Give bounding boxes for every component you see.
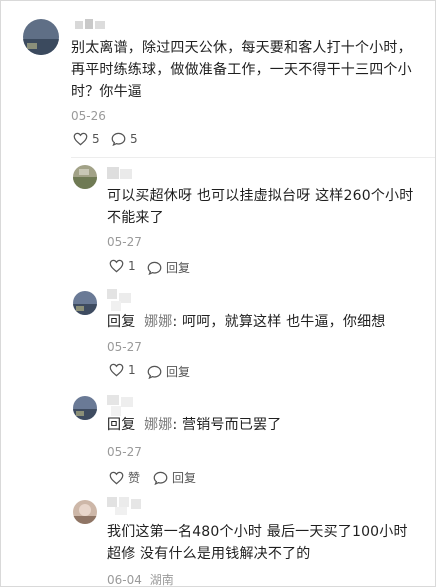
reply-button[interactable]: 回复 (153, 469, 196, 486)
reply-label: 回复 (166, 261, 191, 275)
reply-text-line: 可以买超休呀 也可以挂虚拟台呀 这样260个小时 (107, 188, 414, 204)
like-count: 5 (92, 132, 100, 146)
reply-text: 可以买超休呀 也可以挂虚拟台呀 这样260个小时 不能来了 (107, 185, 427, 229)
comment-bubble-icon (147, 261, 162, 275)
avatar[interactable] (23, 19, 59, 55)
reply-date: 05-27 (107, 445, 142, 459)
comment-bubble-icon (111, 132, 126, 146)
heart-outline-icon (109, 471, 124, 484)
like-label: 赞 (128, 471, 141, 485)
avatar[interactable] (73, 500, 97, 524)
divider (71, 157, 435, 158)
reply-prefix: 回复 (107, 314, 136, 330)
reply-button[interactable]: 回复 (147, 363, 190, 380)
reply-text: 我们这第一名480个小时 最后一天买了100小时 超修 没有什么是用钱解决不了的 (107, 521, 427, 565)
reply-text: 回复 娜娜: 呵呵，就算这样 也牛逼，你细想 (107, 311, 427, 333)
comment-count: 5 (130, 132, 138, 146)
reply-label: 回复 (172, 471, 197, 485)
like-button[interactable]: 5 (73, 132, 100, 146)
reply-body: : 呵呵，就算这样 也牛逼，你细想 (172, 314, 386, 330)
reply-location: 湖南 (149, 573, 174, 587)
reply-text-line: 不能来了 (107, 210, 164, 226)
reply-body: : 营销号而已罢了 (172, 417, 282, 433)
comment-date: 05-26 (71, 109, 106, 123)
reply-prefix: 回复 (107, 417, 136, 433)
reply-date: 05-27 (107, 235, 142, 249)
heart-outline-icon (109, 259, 124, 273)
reply-date: 06-04 (107, 573, 142, 587)
username-blurred[interactable] (107, 167, 135, 181)
reply-to-user[interactable]: 娜娜 (144, 417, 172, 433)
reply-date-location: 06-04 湖南 (107, 571, 174, 587)
like-button[interactable]: 1 (109, 259, 136, 273)
username-blurred[interactable] (107, 289, 135, 313)
username-blurred[interactable] (107, 497, 151, 517)
comment-text: 别太离谱，除过四天公休，每天要和客人打十个小时， 再平时练练球，做做准备工作，一… (71, 37, 431, 103)
comment-thread: 别太离谱，除过四天公休，每天要和客人打十个小时， 再平时练练球，做做准备工作，一… (0, 0, 436, 587)
reply-label: 回复 (166, 365, 191, 379)
like-button[interactable]: 1 (109, 363, 136, 377)
comment-bubble-icon (147, 365, 162, 379)
comment-text-line: 时？你牛逼 (71, 84, 142, 100)
avatar[interactable] (73, 165, 97, 189)
avatar[interactable] (73, 291, 97, 315)
like-button[interactable]: 赞 (109, 469, 140, 486)
reply-date: 05-27 (107, 340, 142, 354)
comment-text-line: 再平时练练球，做做准备工作，一天不得干十三四个小 (71, 62, 412, 78)
reply-button[interactable]: 回复 (147, 259, 190, 276)
username-blurred[interactable] (75, 19, 109, 31)
heart-outline-icon (73, 132, 88, 146)
like-count: 1 (128, 363, 136, 377)
heart-outline-icon (109, 363, 124, 377)
comment-bubble-icon (153, 471, 168, 485)
avatar[interactable] (73, 396, 97, 420)
reply-text-line: 超修 没有什么是用钱解决不了的 (107, 546, 311, 562)
like-count: 1 (128, 259, 136, 273)
reply-text-line: 我们这第一名480个小时 最后一天买了100小时 (107, 524, 408, 540)
reply-to-user[interactable]: 娜娜 (144, 314, 172, 330)
comment-button[interactable]: 5 (111, 132, 138, 146)
comment-text-line: 别太离谱，除过四天公休，每天要和客人打十个小时， (71, 40, 412, 56)
reply-text: 回复 娜娜: 营销号而已罢了 (107, 414, 427, 436)
